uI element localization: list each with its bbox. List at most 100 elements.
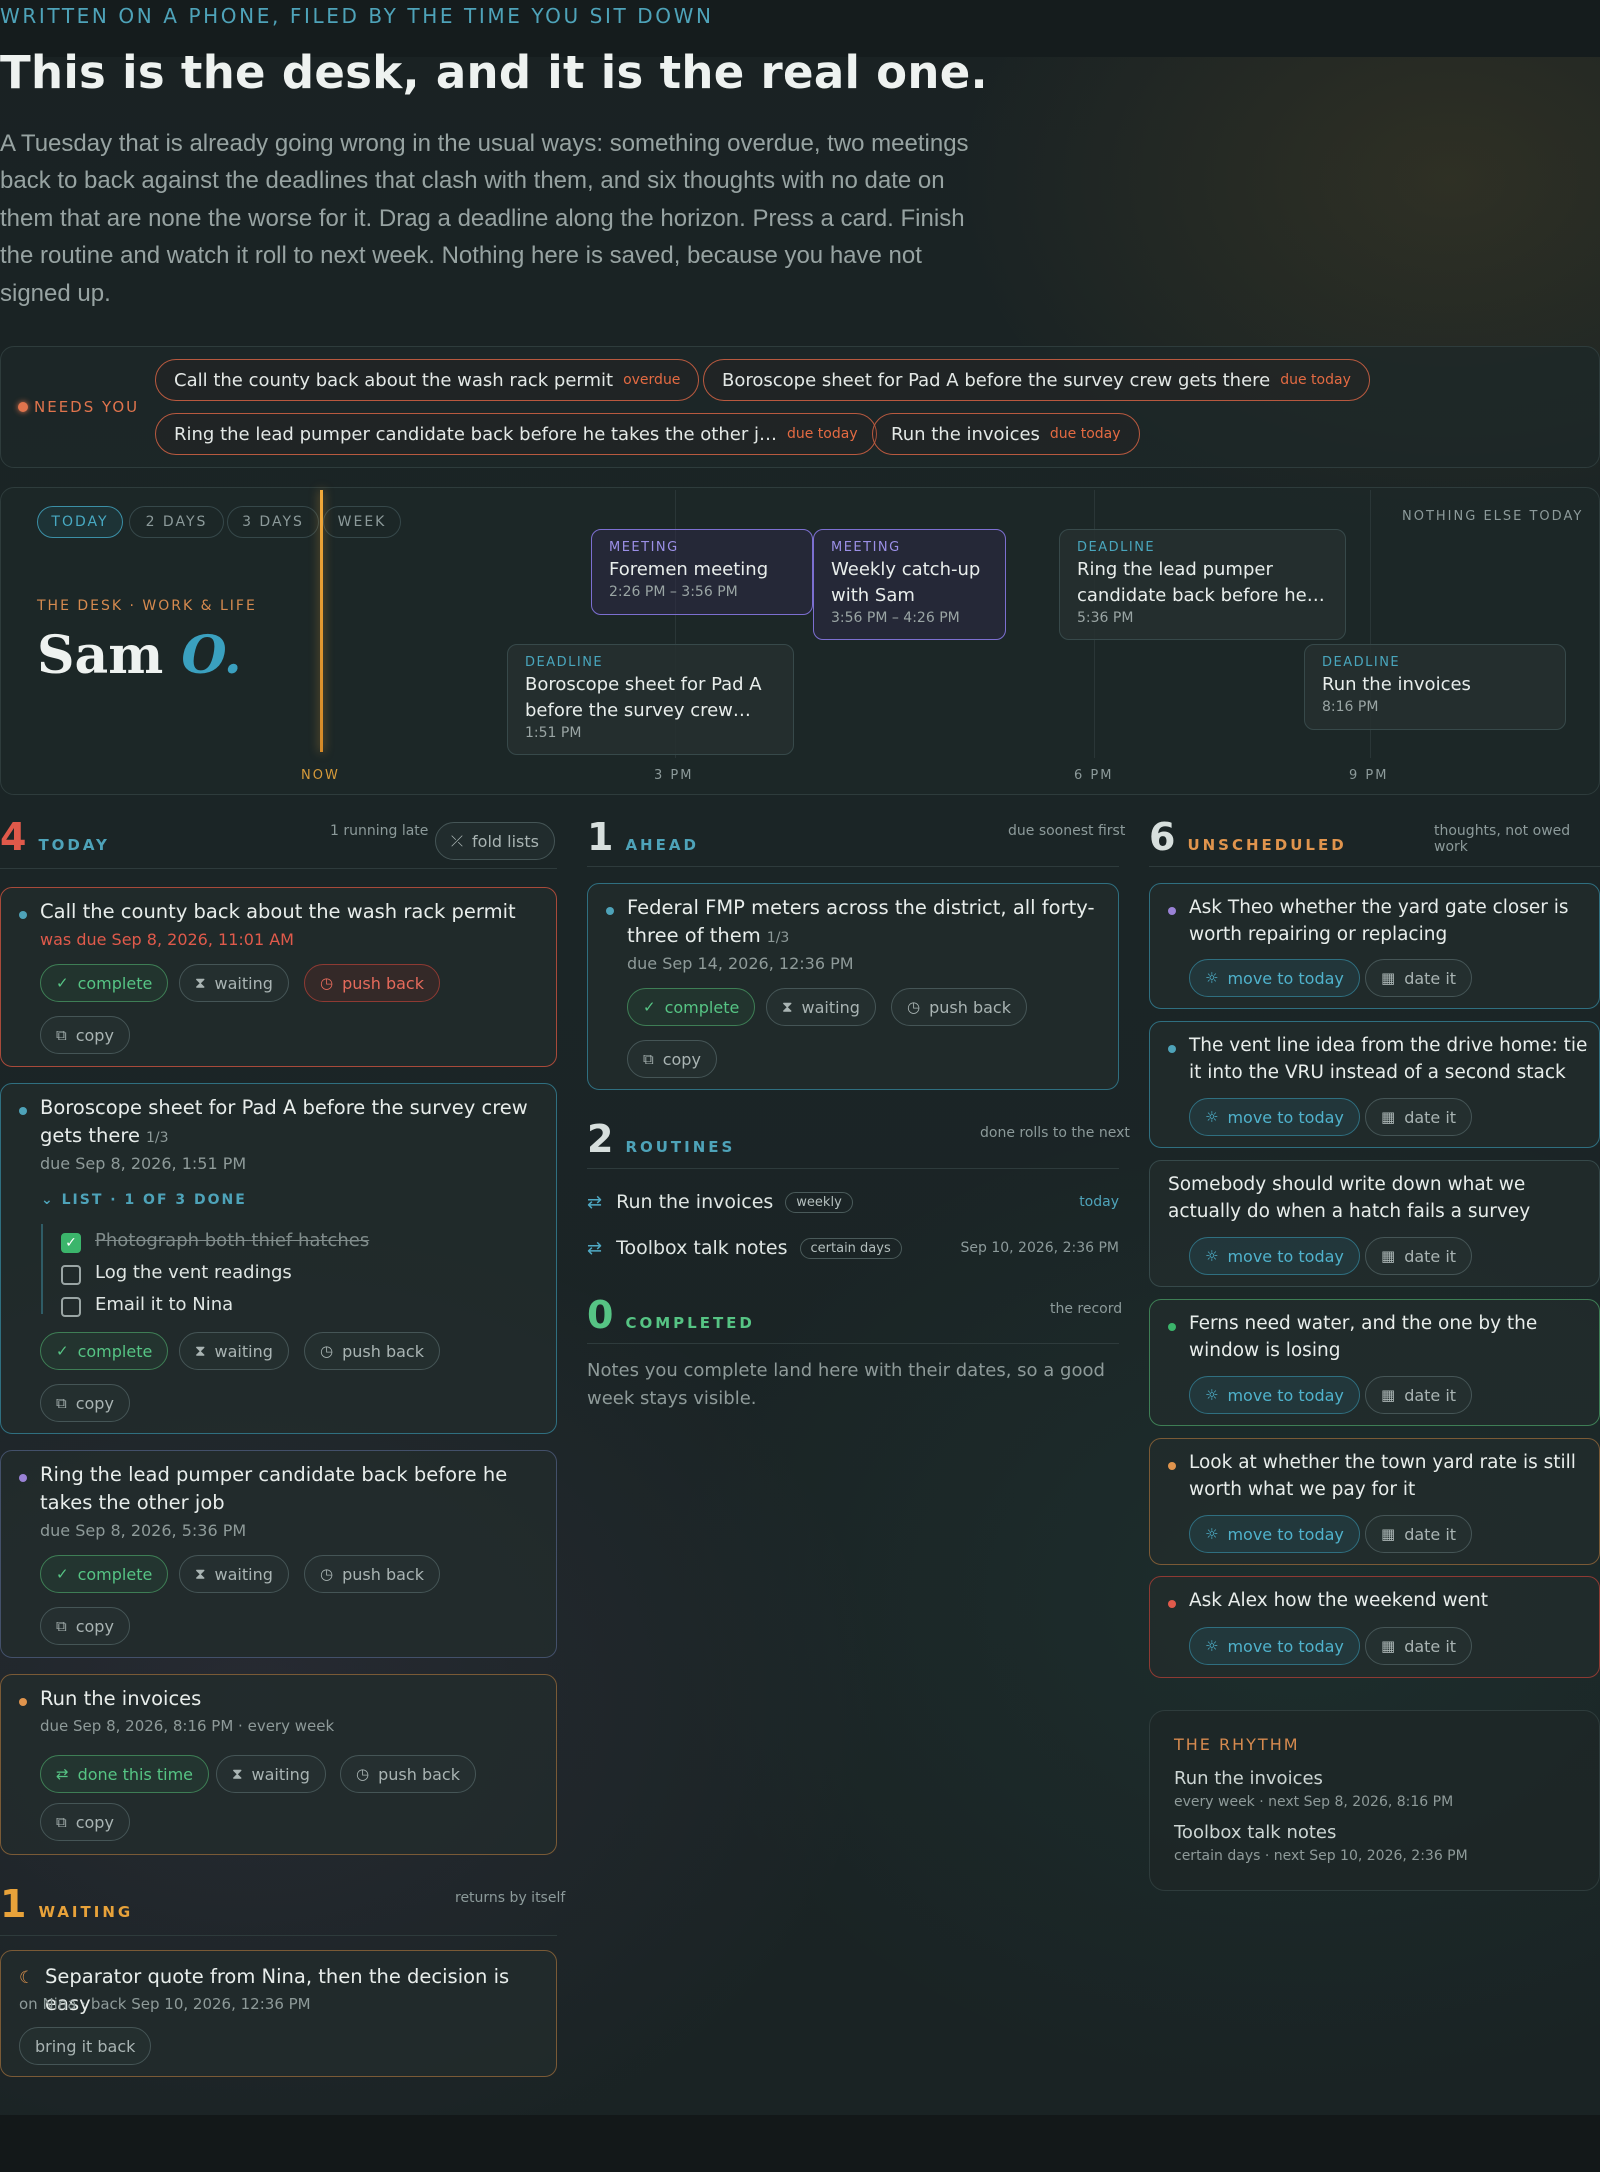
status-badge: due today xyxy=(1280,372,1351,388)
checkbox[interactable] xyxy=(61,1265,81,1285)
date-it-button[interactable]: ▦ date it xyxy=(1365,959,1473,997)
checkbox[interactable] xyxy=(61,1297,81,1317)
bullet-icon xyxy=(606,907,614,915)
date-it-button[interactable]: ▦ date it xyxy=(1365,1515,1473,1553)
clock-icon: ◷ xyxy=(320,1341,334,1360)
waiting-button[interactable]: ⧗ waiting xyxy=(216,1755,326,1793)
copy-icon: ⧉ xyxy=(643,1049,654,1068)
divider xyxy=(0,868,557,869)
divider xyxy=(587,1168,1119,1169)
range-2days-button[interactable]: 2 DAYS xyxy=(129,506,224,538)
thought-card[interactable]: Ferns need water, and the one by the win… xyxy=(1149,1299,1600,1426)
copy-button[interactable]: ⧉ copy xyxy=(40,1016,130,1054)
thought-card[interactable]: Look at whether the town yard rate is st… xyxy=(1149,1438,1600,1565)
push-back-button[interactable]: ◷ push back xyxy=(304,1555,440,1593)
complete-button[interactable]: ✓ complete xyxy=(40,1555,169,1593)
needs-chip[interactable]: Boroscope sheet for Pad A before the sur… xyxy=(703,359,1370,401)
running-late-note: 1 running late xyxy=(330,823,429,839)
task-card[interactable]: Ring the lead pumper candidate back befo… xyxy=(0,1450,557,1658)
status-badge: overdue xyxy=(623,372,681,388)
eyebrow: WRITTEN ON A PHONE, FILED BY THE TIME YO… xyxy=(0,4,714,28)
push-back-button[interactable]: ◷ push back xyxy=(891,988,1027,1026)
copy-icon: ⧉ xyxy=(56,1393,67,1412)
timeline-meeting[interactable]: MEETING Weekly catch-up with Sam 3:56 PM –… xyxy=(813,529,1006,640)
task-card[interactable]: Run the invoices due Sep 8, 2026, 8:16 P… xyxy=(0,1674,557,1855)
collapse-icon: ⤫ xyxy=(451,831,464,850)
hourglass-icon: ⧗ xyxy=(195,973,206,992)
thought-card[interactable]: The vent line idea from the drive home: … xyxy=(1149,1021,1600,1148)
routine-row[interactable]: ⇄ Toolbox talk notes certain days Sep 10, 2… xyxy=(587,1233,1119,1263)
range-3days-button[interactable]: 3 DAYS xyxy=(227,506,319,538)
task-title-cont: gets there 1/3 xyxy=(40,1124,169,1147)
done-this-time-button[interactable]: ⇄ done this time xyxy=(40,1755,210,1793)
copy-button[interactable]: ⧉ copy xyxy=(40,1384,130,1422)
complete-button[interactable]: ✓ complete xyxy=(40,1332,169,1370)
date-it-button[interactable]: ▦ date it xyxy=(1365,1376,1473,1414)
push-back-button[interactable]: ◷ push back xyxy=(304,1332,440,1370)
copy-button[interactable]: ⧉ copy xyxy=(40,1607,130,1645)
bring-it-back-button[interactable]: bring it back xyxy=(19,2027,152,2065)
waiting-card[interactable]: ☾ Separator quote from Nina, then the de… xyxy=(0,1950,557,2077)
move-to-today-button[interactable]: ☼ move to today xyxy=(1189,959,1360,997)
ahead-note: due soonest first xyxy=(1008,823,1126,839)
divider xyxy=(1149,866,1600,867)
unscheduled-header: 6 UNSCHEDULED xyxy=(1149,815,1347,859)
timeline-meeting[interactable]: MEETING Foremen meeting 2:26 PM – 3:56 PM xyxy=(591,529,813,615)
move-to-today-button[interactable]: ☼ move to today xyxy=(1189,1515,1360,1553)
push-back-button[interactable]: ◷ push back xyxy=(304,964,440,1002)
date-it-button[interactable]: ▦ date it xyxy=(1365,1627,1473,1665)
waiting-button[interactable]: ⧗ waiting xyxy=(179,964,289,1002)
timeline-deadline[interactable]: DEADLINE Run the invoices 8:16 PM xyxy=(1304,644,1566,730)
copy-button[interactable]: ⧉ copy xyxy=(40,1803,130,1841)
hourglass-icon: ⧗ xyxy=(195,1341,206,1360)
move-to-today-button[interactable]: ☼ move to today xyxy=(1189,1376,1360,1414)
rhythm-item: Toolbox talk notes xyxy=(1174,1822,1337,1843)
timeline-deadline[interactable]: DEADLINE Boroscope sheet for Pad A before… xyxy=(507,644,794,755)
desk-label: THE DESK · WORK & LIFE xyxy=(37,598,257,614)
date-it-button[interactable]: ▦ date it xyxy=(1365,1237,1473,1275)
thought-card[interactable]: Ask Theo whether the yard gate closer is… xyxy=(1149,883,1600,1009)
waiting-header: 1 WAITING xyxy=(0,1882,134,1926)
complete-button[interactable]: ✓ complete xyxy=(40,964,169,1002)
unscheduled-note: thoughts, not owed work xyxy=(1434,823,1571,855)
clock-icon: ◷ xyxy=(907,997,921,1016)
today-header: 4 TODAY xyxy=(0,815,110,859)
alert-dot-icon xyxy=(18,402,28,412)
copy-icon: ⧉ xyxy=(56,1025,67,1044)
move-to-today-button[interactable]: ☼ move to today xyxy=(1189,1237,1360,1275)
move-to-today-button[interactable]: ☼ move to today xyxy=(1189,1098,1360,1136)
needs-chip[interactable]: Call the county back about the wash rack… xyxy=(155,359,700,401)
completed-note: the record xyxy=(1050,1301,1123,1317)
timeline-deadline[interactable]: DEADLINE Ring the lead pumper candidate b… xyxy=(1059,529,1346,640)
repeat-icon: ⇄ xyxy=(587,1191,603,1213)
completed-empty-text: Notes you complete land here with their … xyxy=(587,1360,1105,1409)
waiting-button[interactable]: ⧗ waiting xyxy=(766,988,876,1026)
waiting-button[interactable]: ⧗ waiting xyxy=(179,1555,289,1593)
range-week-button[interactable]: WEEK xyxy=(323,506,401,538)
range-today-button[interactable]: TODAY xyxy=(37,506,123,538)
task-card[interactable]: Call the county back about the wash rack… xyxy=(0,887,557,1067)
thought-card[interactable]: Ask Alex how the weekend went ☼ move to t… xyxy=(1149,1576,1600,1678)
list-toggle[interactable]: ⌄ LIST · 1 OF 3 DONE xyxy=(41,1192,247,1208)
completed-header: 0 COMPLETED xyxy=(587,1293,755,1337)
move-to-today-button[interactable]: ☼ move to today xyxy=(1189,1627,1360,1665)
list-item: Photograph both thief hatches xyxy=(95,1230,370,1251)
date-it-button[interactable]: ▦ date it xyxy=(1365,1098,1473,1136)
push-back-button[interactable]: ◷ push back xyxy=(340,1755,476,1793)
subtask-count: 1/3 xyxy=(145,1130,169,1146)
copy-button[interactable]: ⧉ copy xyxy=(627,1040,717,1078)
task-card[interactable]: Boroscope sheet for Pad A before the sur… xyxy=(0,1083,557,1434)
fold-lists-button[interactable]: ⤫ fold lists xyxy=(435,822,555,860)
repeat-icon: ⇄ xyxy=(587,1237,603,1259)
needs-chip[interactable]: Ring the lead pumper candidate back befo… xyxy=(155,413,877,455)
task-due: due Sep 14, 2026, 12:36 PM xyxy=(627,954,854,973)
thought-card[interactable]: Somebody should write down what we actua… xyxy=(1149,1160,1600,1287)
task-card[interactable]: Federal FMP meters across the district, … xyxy=(587,883,1119,1090)
routine-row[interactable]: ⇄ Run the invoices weekly today xyxy=(587,1187,1119,1217)
calendar-icon: ▦ xyxy=(1381,968,1396,987)
complete-button[interactable]: ✓ complete xyxy=(627,988,756,1026)
needs-chip[interactable]: Run the invoices due today xyxy=(872,413,1140,455)
rhythm-title: THE RHYTHM xyxy=(1174,1735,1300,1754)
checkbox-checked[interactable]: ✓ xyxy=(61,1233,81,1253)
waiting-button[interactable]: ⧗ waiting xyxy=(179,1332,289,1370)
